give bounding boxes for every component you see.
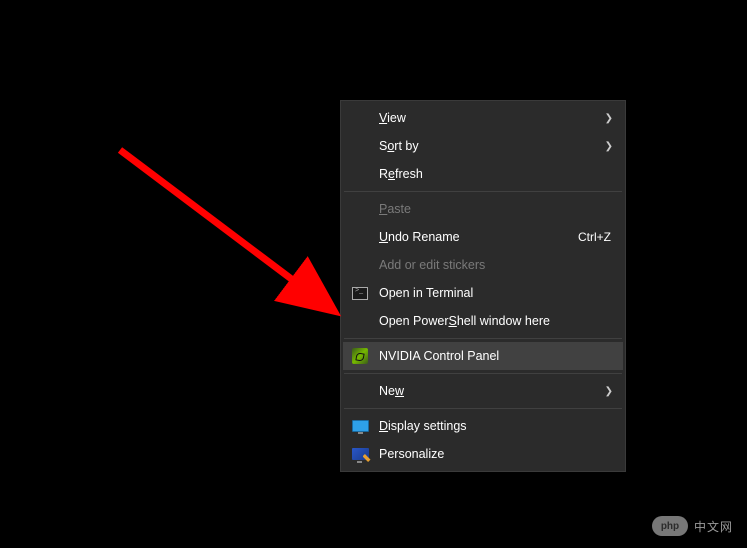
menu-item-stickers: Add or edit stickers [343,251,623,279]
menu-item-display-settings[interactable]: Display settings [343,412,623,440]
menu-separator [344,408,622,409]
personalize-icon [351,445,369,463]
menu-label: Paste [379,202,615,216]
annotation-arrow [110,140,360,340]
menu-item-open-powershell[interactable]: Open PowerShell window here [343,307,623,335]
desktop-context-menu: View ❯ Sort by ❯ Refresh Paste Undo Rena… [340,100,626,472]
menu-label: Refresh [379,167,615,181]
menu-item-refresh[interactable]: Refresh [343,160,623,188]
menu-label: NVIDIA Control Panel [379,349,615,363]
menu-item-open-terminal[interactable]: Open in Terminal [343,279,623,307]
chevron-right-icon: ❯ [605,113,613,124]
nvidia-icon [351,347,369,365]
menu-label: Open PowerShell window here [379,314,615,328]
menu-separator [344,191,622,192]
menu-label: View [379,111,615,125]
menu-label: Open in Terminal [379,286,615,300]
terminal-icon [351,284,369,302]
watermark-text: 中文网 [694,518,733,535]
menu-item-new[interactable]: New ❯ [343,377,623,405]
menu-separator [344,373,622,374]
menu-item-personalize[interactable]: Personalize [343,440,623,468]
display-icon [351,417,369,435]
menu-label: New [379,384,615,398]
menu-item-paste: Paste [343,195,623,223]
chevron-right-icon: ❯ [605,141,613,152]
menu-label: Personalize [379,447,615,461]
menu-item-undo-rename[interactable]: Undo Rename Ctrl+Z [343,223,623,251]
menu-label: Sort by [379,139,615,153]
menu-item-sort-by[interactable]: Sort by ❯ [343,132,623,160]
php-badge-icon: php [652,516,688,536]
menu-separator [344,338,622,339]
menu-label: Display settings [379,419,615,433]
chevron-right-icon: ❯ [605,386,613,397]
menu-shortcut: Ctrl+Z [578,230,615,244]
menu-item-nvidia-control-panel[interactable]: NVIDIA Control Panel [343,342,623,370]
menu-label: Undo Rename [379,230,578,244]
menu-item-view[interactable]: View ❯ [343,104,623,132]
menu-label: Add or edit stickers [379,258,615,272]
watermark: php 中文网 [652,516,733,536]
